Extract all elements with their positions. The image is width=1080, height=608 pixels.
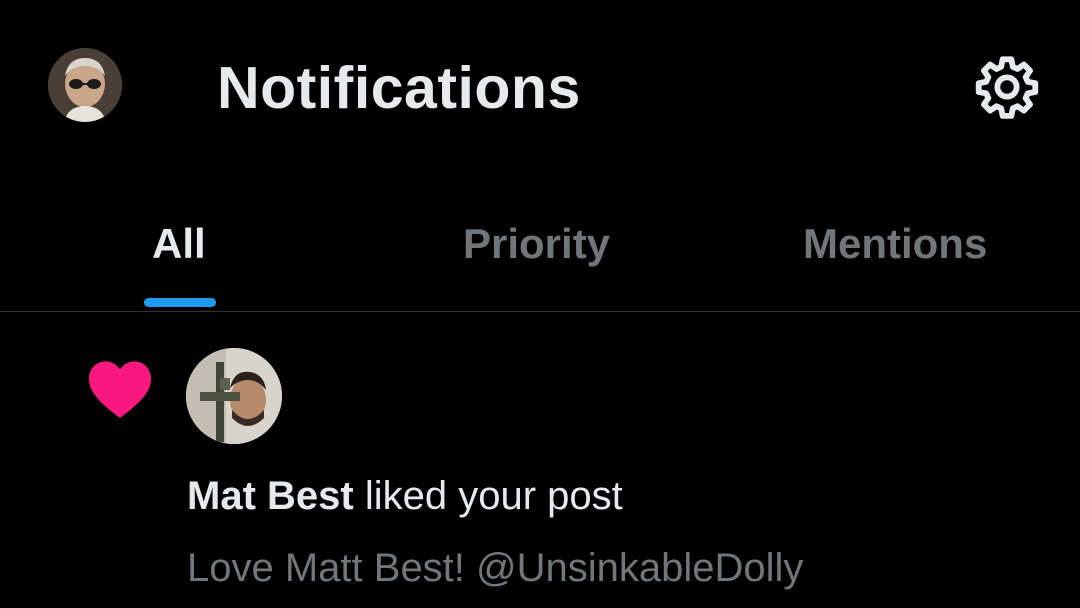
top-app-bar: Notifications <box>0 0 1080 175</box>
notification-tabs: All Priority Mentions <box>0 200 1080 312</box>
notification-action: liked your post <box>353 474 623 518</box>
notification-item[interactable]: Mat Best liked your post Love Matt Best!… <box>0 312 1080 608</box>
tab-priority[interactable]: Priority <box>463 218 610 270</box>
profile-avatar[interactable] <box>48 48 122 122</box>
heart-icon <box>86 358 154 420</box>
active-tab-indicator <box>144 298 216 307</box>
actor-avatar[interactable] <box>186 348 282 444</box>
profile-avatar-icon <box>48 48 122 122</box>
tab-all[interactable]: All <box>152 218 206 270</box>
page-title: Notifications <box>217 55 581 121</box>
user-avatar-icon <box>186 348 282 444</box>
settings-button[interactable] <box>972 52 1042 122</box>
notification-text: Mat Best liked your post <box>187 470 623 522</box>
actor-name[interactable]: Mat Best <box>187 474 354 518</box>
post-snippet[interactable]: Love Matt Best! @UnsinkableDolly <box>187 542 803 594</box>
tab-mentions[interactable]: Mentions <box>803 218 987 270</box>
gear-icon <box>975 56 1039 119</box>
